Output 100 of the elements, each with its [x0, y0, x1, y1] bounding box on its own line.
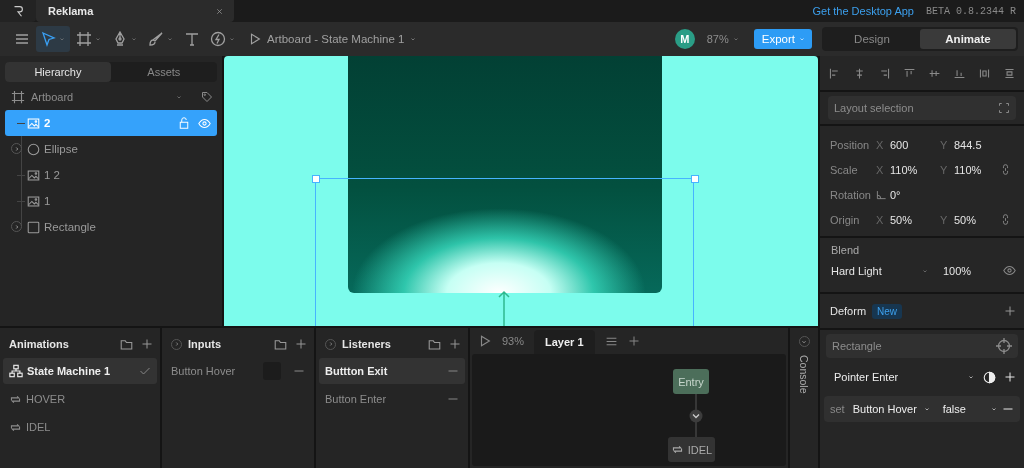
artboard-selector[interactable]: Artboard - State Machine 1 [248, 32, 418, 46]
app-logo-icon[interactable] [0, 0, 36, 22]
layer-row[interactable]: Ellipse [5, 136, 217, 162]
value-dropdown[interactable]: false [942, 403, 986, 415]
close-icon[interactable] [215, 6, 224, 16]
link-icon[interactable] [1000, 163, 1011, 176]
axis-label: Y [940, 163, 949, 176]
document-tab[interactable]: Reklama [36, 0, 234, 22]
opacity-field[interactable]: 100% [943, 264, 972, 277]
input-item[interactable]: Button Hover [165, 358, 311, 384]
contrast-icon[interactable] [983, 370, 996, 384]
console-tab[interactable]: Console [798, 355, 810, 394]
align-icon[interactable] [1003, 66, 1016, 80]
action-verb: set [830, 403, 845, 415]
value-field[interactable]: 0° [890, 188, 940, 201]
section-title: Deform [830, 305, 867, 317]
layout-selection-field[interactable]: Layout selection [828, 96, 1016, 120]
frame-icon [76, 31, 92, 47]
up-arrow-icon[interactable] [497, 290, 510, 326]
listener-item[interactable]: Buttton Exit [319, 358, 465, 384]
plus-icon[interactable] [141, 338, 153, 350]
axis-label: X [876, 138, 885, 151]
layer-row[interactable]: Rectangle [5, 214, 217, 240]
circle-icon [27, 142, 40, 156]
menu-icon [14, 31, 30, 47]
blend-mode-dropdown[interactable]: Hard Light [831, 264, 921, 277]
version-label: BETA 0.8.2344 R [926, 5, 1016, 17]
animation-item[interactable]: HOVER [3, 386, 157, 412]
align-icon[interactable] [828, 66, 841, 80]
transition-connector[interactable] [689, 394, 703, 437]
axis-label: Y [940, 138, 949, 151]
folder-icon[interactable] [120, 337, 133, 351]
play-icon[interactable] [478, 334, 492, 348]
desktop-app-link[interactable]: Get the Desktop App [812, 5, 914, 17]
image-icon [27, 116, 40, 130]
animation-item[interactable]: IDEL [3, 414, 157, 440]
eye-icon[interactable] [197, 116, 211, 130]
link-icon[interactable] [1000, 213, 1011, 226]
eye-icon[interactable] [1003, 264, 1016, 277]
pointer-tool-button[interactable] [36, 26, 70, 52]
image-icon [27, 168, 40, 182]
square-icon [27, 220, 40, 234]
layer-row[interactable]: 1 [5, 188, 217, 214]
panel-tab[interactable]: Hierarchy [5, 62, 111, 82]
value-field[interactable]: 600 [890, 138, 940, 151]
value-field[interactable]: 110% [954, 163, 1000, 176]
tag-icon[interactable] [200, 91, 213, 103]
align-icon[interactable] [903, 66, 916, 80]
plus-icon[interactable] [1004, 305, 1016, 317]
state-node[interactable]: IDEL [668, 437, 715, 462]
artboard-label[interactable]: Artboard [31, 91, 169, 103]
user-avatar[interactable]: M [674, 29, 695, 49]
folder-icon[interactable] [428, 337, 441, 351]
expand-toggle[interactable] [11, 221, 22, 232]
expand-icon [998, 102, 1010, 114]
resize-handle[interactable] [311, 175, 320, 183]
value-field[interactable]: 110% [890, 163, 940, 176]
chevron-icon [13, 145, 20, 152]
entry-node[interactable]: Entry [673, 369, 709, 394]
panel-title: Animations [9, 338, 70, 350]
caret-icon [967, 373, 975, 381]
chevron-icon [173, 341, 180, 347]
canvas[interactable] [223, 56, 818, 326]
align-icon[interactable] [978, 66, 991, 80]
graph-zoom[interactable]: 93% [502, 335, 525, 347]
image-icon [27, 194, 40, 208]
value-field[interactable]: 844.5 [954, 138, 1000, 151]
layer-row[interactable]: 1 2 [5, 162, 217, 188]
align-icon[interactable] [878, 66, 891, 80]
panel-title: Listeners [342, 338, 392, 350]
layer-tab[interactable]: Layer 1 [534, 330, 595, 354]
chevron-icon [327, 341, 334, 347]
align-icon[interactable] [853, 66, 866, 80]
target-field[interactable]: Rectangle [826, 334, 1018, 358]
input-dropdown[interactable]: Button Hover [852, 403, 919, 415]
mode-tab[interactable]: Design [824, 29, 920, 49]
check-icon [139, 365, 151, 377]
caret-icon [990, 405, 998, 413]
property-label: Scale [830, 163, 859, 176]
resize-handle[interactable] [690, 175, 699, 183]
expand-toggle[interactable] [11, 143, 22, 154]
play-icon [248, 32, 262, 46]
animation-item[interactable]: State Machine 1 [3, 358, 157, 384]
folder-icon[interactable] [274, 337, 287, 351]
value-field[interactable]: 50% [954, 213, 1000, 226]
bolt-icon [210, 31, 226, 47]
lock-icon[interactable] [177, 116, 190, 129]
value-field[interactable]: 50% [890, 213, 940, 226]
panel-tab[interactable]: Assets [110, 62, 217, 82]
plus-icon[interactable] [449, 338, 461, 350]
zoom-dropdown[interactable]: 87% [706, 33, 740, 45]
listener-item[interactable]: Button Enter [319, 386, 465, 412]
crosshair-icon[interactable] [996, 338, 1012, 354]
state-graph[interactable]: Entry IDEL [472, 354, 786, 466]
mode-tab[interactable]: Animate [920, 29, 1016, 49]
export-button[interactable]: Export [753, 29, 812, 49]
event-dropdown[interactable]: Pointer Enter [834, 371, 959, 383]
plus-icon[interactable] [295, 338, 307, 350]
pointer-icon [40, 31, 56, 47]
caret-icon [228, 35, 236, 43]
